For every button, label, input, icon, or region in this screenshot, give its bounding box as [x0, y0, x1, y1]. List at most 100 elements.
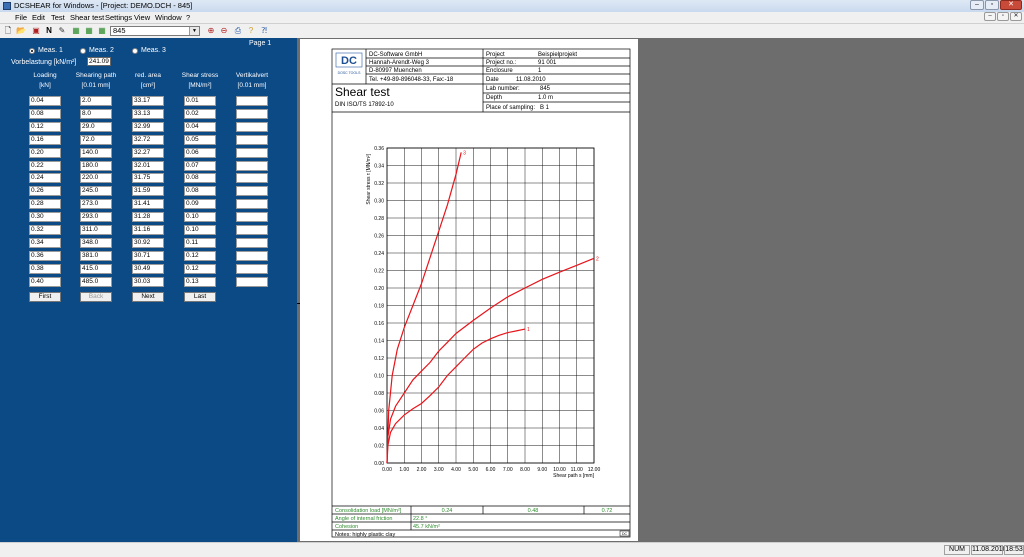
mdi-restore-button[interactable]: ▫: [997, 12, 1009, 21]
grid-cell[interactable]: 0.08: [29, 108, 61, 119]
grid-cell[interactable]: [236, 173, 268, 184]
grid-cell[interactable]: 30.49: [132, 263, 164, 274]
grid-cell[interactable]: 0.06: [184, 147, 216, 158]
mdi-minimize-button[interactable]: –: [984, 12, 996, 21]
grid-cell[interactable]: 381.0: [80, 250, 112, 261]
grid-cell[interactable]: 31.28: [132, 212, 164, 223]
menu-test[interactable]: Test: [51, 13, 65, 22]
grid-cell[interactable]: 72.0: [80, 134, 112, 145]
edit-pencil-icon[interactable]: ✎: [57, 26, 67, 36]
preload-input[interactable]: 241.09: [87, 57, 111, 66]
grid-cell[interactable]: 32.72: [132, 134, 164, 145]
grid-cell[interactable]: 33.13: [132, 108, 164, 119]
grid-cell[interactable]: [236, 263, 268, 274]
grid-cell[interactable]: 31.75: [132, 173, 164, 184]
grid-cell[interactable]: [236, 96, 268, 106]
close-button[interactable]: ✕: [1000, 0, 1022, 10]
table-grid-icon[interactable]: ▦: [71, 26, 81, 36]
radio-meas-1[interactable]: Meas. 1: [29, 47, 63, 54]
table-check-icon[interactable]: ▦: [97, 26, 107, 36]
context-help-icon[interactable]: ⁈: [259, 26, 269, 36]
menu-help[interactable]: ?: [186, 13, 190, 22]
menu-window[interactable]: Window: [155, 13, 182, 22]
grid-cell[interactable]: 245.0: [80, 186, 112, 197]
radio-meas-3[interactable]: Meas. 3: [132, 47, 166, 54]
grid-cell[interactable]: 31.59: [132, 186, 164, 197]
grid-cell[interactable]: 273.0: [80, 199, 112, 210]
first-button[interactable]: First: [29, 292, 61, 302]
grid-cell[interactable]: 32.99: [132, 121, 164, 132]
new-file-icon[interactable]: 🗋: [3, 26, 13, 36]
grid-cell[interactable]: [236, 108, 268, 119]
grid-cell[interactable]: 2.0: [80, 96, 112, 106]
new-sample-icon[interactable]: N: [44, 26, 54, 36]
grid-cell[interactable]: 0.11: [184, 237, 216, 248]
grid-cell[interactable]: 0.10: [184, 225, 216, 235]
maximize-button[interactable]: ▫: [985, 0, 999, 10]
grid-cell[interactable]: 0.22: [29, 160, 61, 171]
grid-cell[interactable]: 220.0: [80, 173, 112, 184]
grid-cell[interactable]: 0.26: [29, 186, 61, 197]
grid-cell[interactable]: 0.02: [184, 108, 216, 119]
grid-cell[interactable]: [236, 237, 268, 248]
grid-cell[interactable]: 0.04: [29, 96, 61, 106]
grid-cell[interactable]: [236, 199, 268, 210]
minimize-button[interactable]: –: [970, 0, 984, 10]
grid-cell[interactable]: 0.34: [29, 237, 61, 248]
grid-cell[interactable]: 0.04: [184, 121, 216, 132]
grid-cell[interactable]: 32.01: [132, 160, 164, 171]
grid-cell[interactable]: 0.16: [29, 134, 61, 145]
grid-cell[interactable]: 29.0: [80, 121, 112, 132]
zoom-out-icon[interactable]: ⊖: [219, 26, 229, 36]
grid-cell[interactable]: [236, 225, 268, 235]
grid-cell[interactable]: 0.36: [29, 250, 61, 261]
help-icon[interactable]: ?: [246, 26, 256, 36]
grid-cell[interactable]: 31.41: [132, 199, 164, 210]
chevron-down-icon[interactable]: ▼: [189, 27, 199, 35]
grid-cell[interactable]: 0.32: [29, 225, 61, 235]
back-button[interactable]: Back: [80, 292, 112, 302]
print-icon[interactable]: ⎙: [233, 26, 243, 36]
grid-cell[interactable]: 31.16: [132, 225, 164, 235]
grid-cell[interactable]: 0.10: [184, 212, 216, 223]
grid-cell[interactable]: [236, 147, 268, 158]
menu-shear-test[interactable]: Shear test: [70, 13, 104, 22]
menu-settings[interactable]: Settings: [105, 13, 132, 22]
grid-cell[interactable]: 0.28: [29, 199, 61, 210]
grid-cell[interactable]: 0.05: [184, 134, 216, 145]
last-button[interactable]: Last: [184, 292, 216, 302]
grid-cell[interactable]: 0.38: [29, 263, 61, 274]
sample-select[interactable]: 845 ▼: [110, 26, 200, 36]
menu-file[interactable]: File: [15, 13, 27, 22]
grid-cell[interactable]: 485.0: [80, 276, 112, 287]
grid-cell[interactable]: 32.27: [132, 147, 164, 158]
grid-cell[interactable]: 0.08: [184, 186, 216, 197]
grid-cell[interactable]: 0.30: [29, 212, 61, 223]
grid-cell[interactable]: 0.01: [184, 96, 216, 106]
menu-edit[interactable]: Edit: [32, 13, 45, 22]
grid-cell[interactable]: [236, 186, 268, 197]
grid-cell[interactable]: [236, 121, 268, 132]
grid-cell[interactable]: 30.03: [132, 276, 164, 287]
grid-cell[interactable]: 180.0: [80, 160, 112, 171]
grid-cell[interactable]: 0.07: [184, 160, 216, 171]
print-preview-icon[interactable]: ▣: [31, 26, 41, 36]
grid-cell[interactable]: [236, 250, 268, 261]
next-button[interactable]: Next: [132, 292, 164, 302]
grid-cell[interactable]: 0.24: [29, 173, 61, 184]
mdi-close-button[interactable]: ✕: [1010, 12, 1022, 21]
grid-cell[interactable]: 0.12: [184, 250, 216, 261]
zoom-in-icon[interactable]: ⊕: [206, 26, 216, 36]
grid-cell[interactable]: 415.0: [80, 263, 112, 274]
grid-cell[interactable]: 0.20: [29, 147, 61, 158]
menu-view[interactable]: View: [134, 13, 150, 22]
grid-cell[interactable]: [236, 134, 268, 145]
grid-cell[interactable]: 0.12: [184, 263, 216, 274]
grid-cell[interactable]: 348.0: [80, 237, 112, 248]
grid-cell[interactable]: [236, 212, 268, 223]
grid-cell[interactable]: 0.09: [184, 199, 216, 210]
grid-cell[interactable]: 33.17: [132, 96, 164, 106]
grid-cell[interactable]: 0.13: [184, 276, 216, 287]
radio-meas-2[interactable]: Meas. 2: [80, 47, 114, 54]
grid-cell[interactable]: [236, 160, 268, 171]
